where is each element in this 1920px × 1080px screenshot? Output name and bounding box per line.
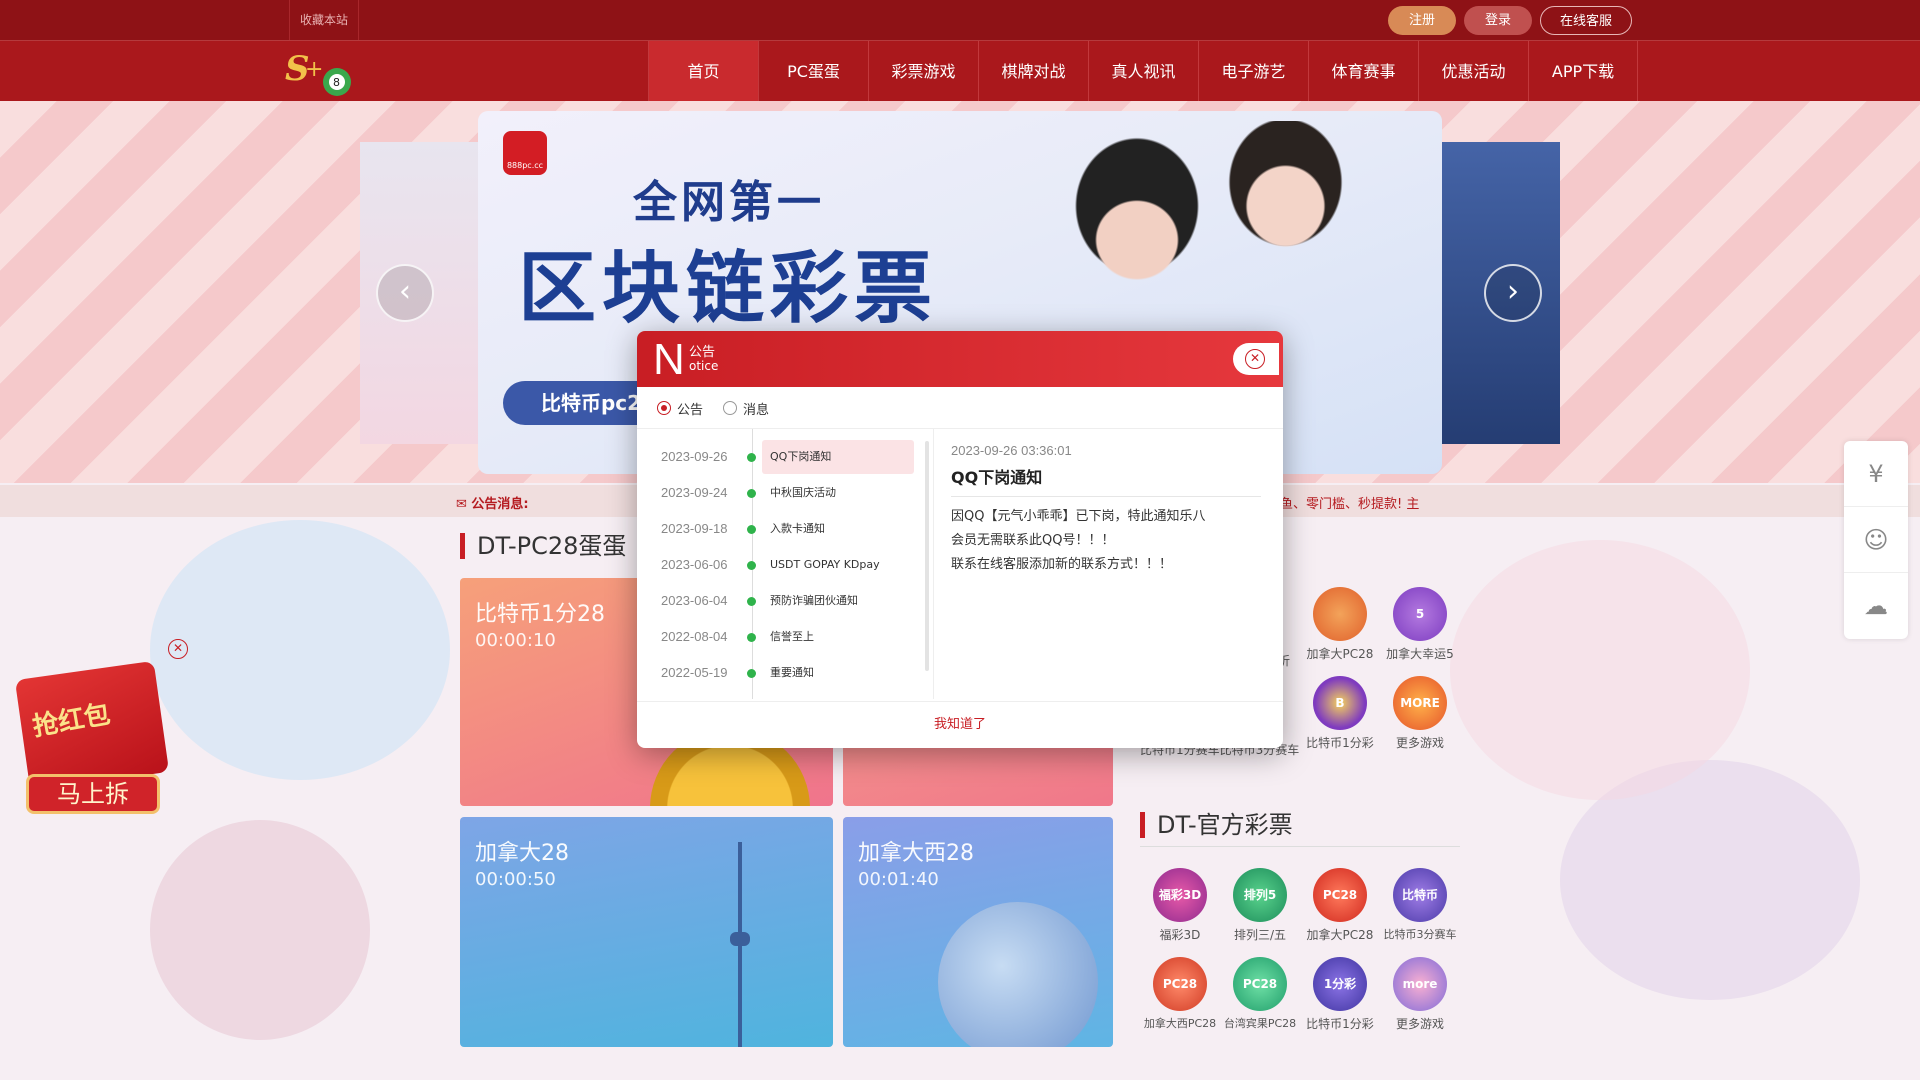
tab-announcement[interactable]: 公告 <box>657 397 703 419</box>
timeline-dot-icon <box>747 597 756 606</box>
timeline-dot-icon <box>747 453 756 462</box>
announcement-list: 2023-09-26 QQ下岗通知 2023-09-24 中秋国庆活动 2023… <box>637 429 933 699</box>
close-icon[interactable]: ✕ <box>1245 349 1265 369</box>
modal-header-letter: N <box>653 335 685 384</box>
modal-header: N 公告 otice ✕ <box>637 331 1283 387</box>
modal-close-button[interactable]: ✕ <box>1233 343 1279 375</box>
list-item[interactable]: 2022-08-04 信誉至上 <box>637 619 933 655</box>
detail-body: 因QQ【元气小乖乖】已下岗，特此通知乐八 会员无需联系此QQ号！！！ 联系在线客… <box>951 509 1206 572</box>
tab-messages[interactable]: 消息 <box>723 397 769 419</box>
timeline-dot-icon <box>747 489 756 498</box>
list-scrollbar[interactable] <box>925 441 929 671</box>
detail-title: QQ下岗通知 <box>951 464 1261 497</box>
list-item[interactable]: 2023-09-24 中秋国庆活动 <box>637 475 933 511</box>
modal-header-title: 公告 <box>689 345 716 360</box>
timeline-dot-icon <box>747 669 756 678</box>
timeline-dot-icon <box>747 633 756 642</box>
timeline-dot-icon <box>747 525 756 534</box>
list-item[interactable]: 2022-05-19 重要通知 <box>637 655 933 691</box>
list-item[interactable]: 2023-09-26 QQ下岗通知 <box>637 439 933 475</box>
acknowledge-button[interactable]: 我知道了 <box>637 702 1283 748</box>
list-item[interactable]: 2023-06-04 预防诈骗团伙通知 <box>637 583 933 619</box>
announcement-detail: 2023-09-26 03:36:01 QQ下岗通知 因QQ【元气小乖乖】已下岗… <box>951 443 1261 577</box>
list-item[interactable]: 2023-06-06 USDT GOPAY KDpay <box>637 547 933 583</box>
divider <box>933 429 934 699</box>
detail-timestamp: 2023-09-26 03:36:01 <box>951 443 1072 458</box>
radio-unchecked-icon[interactable] <box>723 401 738 415</box>
notice-modal: N 公告 otice ✕ 公告 消息 2023-09-26 QQ下岗通知 202… <box>637 331 1283 748</box>
timeline-dot-icon <box>747 561 756 570</box>
radio-checked-icon[interactable] <box>657 401 671 415</box>
modal-header-subtitle: otice <box>689 359 719 373</box>
modal-tabs: 公告 消息 <box>657 397 789 419</box>
list-item[interactable]: 2023-09-18 入款卡通知 <box>637 511 933 547</box>
